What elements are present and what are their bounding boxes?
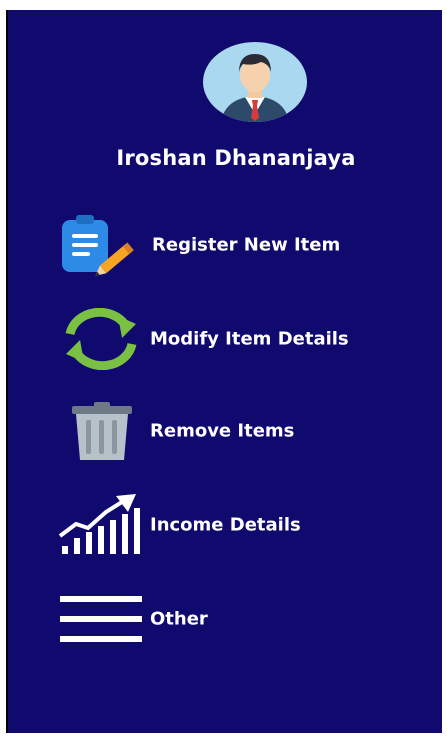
menu-item-label: Modify Item Details [150, 328, 349, 350]
menu-item-income-details[interactable]: Income Details [56, 494, 436, 556]
menu-item-other[interactable]: Other [56, 588, 436, 650]
hamburger-menu-icon [56, 588, 146, 650]
user-avatar-icon [203, 42, 307, 122]
sidebar: Iroshan Dhananjaya Register New Item Mod… [6, 10, 442, 733]
menu-item-label: Remove Items [150, 420, 295, 442]
user-name: Iroshan Dhananjaya [116, 146, 356, 170]
growth-chart-icon [56, 494, 146, 556]
menu-item-label: Income Details [150, 514, 301, 536]
refresh-cycle-icon [56, 307, 146, 371]
trash-bin-icon [56, 400, 146, 462]
menu-item-modify-item-details[interactable]: Modify Item Details [56, 307, 436, 371]
menu-item-register-new-item[interactable]: Register New Item [56, 214, 436, 276]
clipboard-pencil-icon [56, 214, 146, 276]
menu-item-label: Register New Item [152, 234, 341, 256]
menu-item-remove-items[interactable]: Remove Items [56, 400, 436, 462]
menu-item-label: Other [150, 608, 208, 630]
